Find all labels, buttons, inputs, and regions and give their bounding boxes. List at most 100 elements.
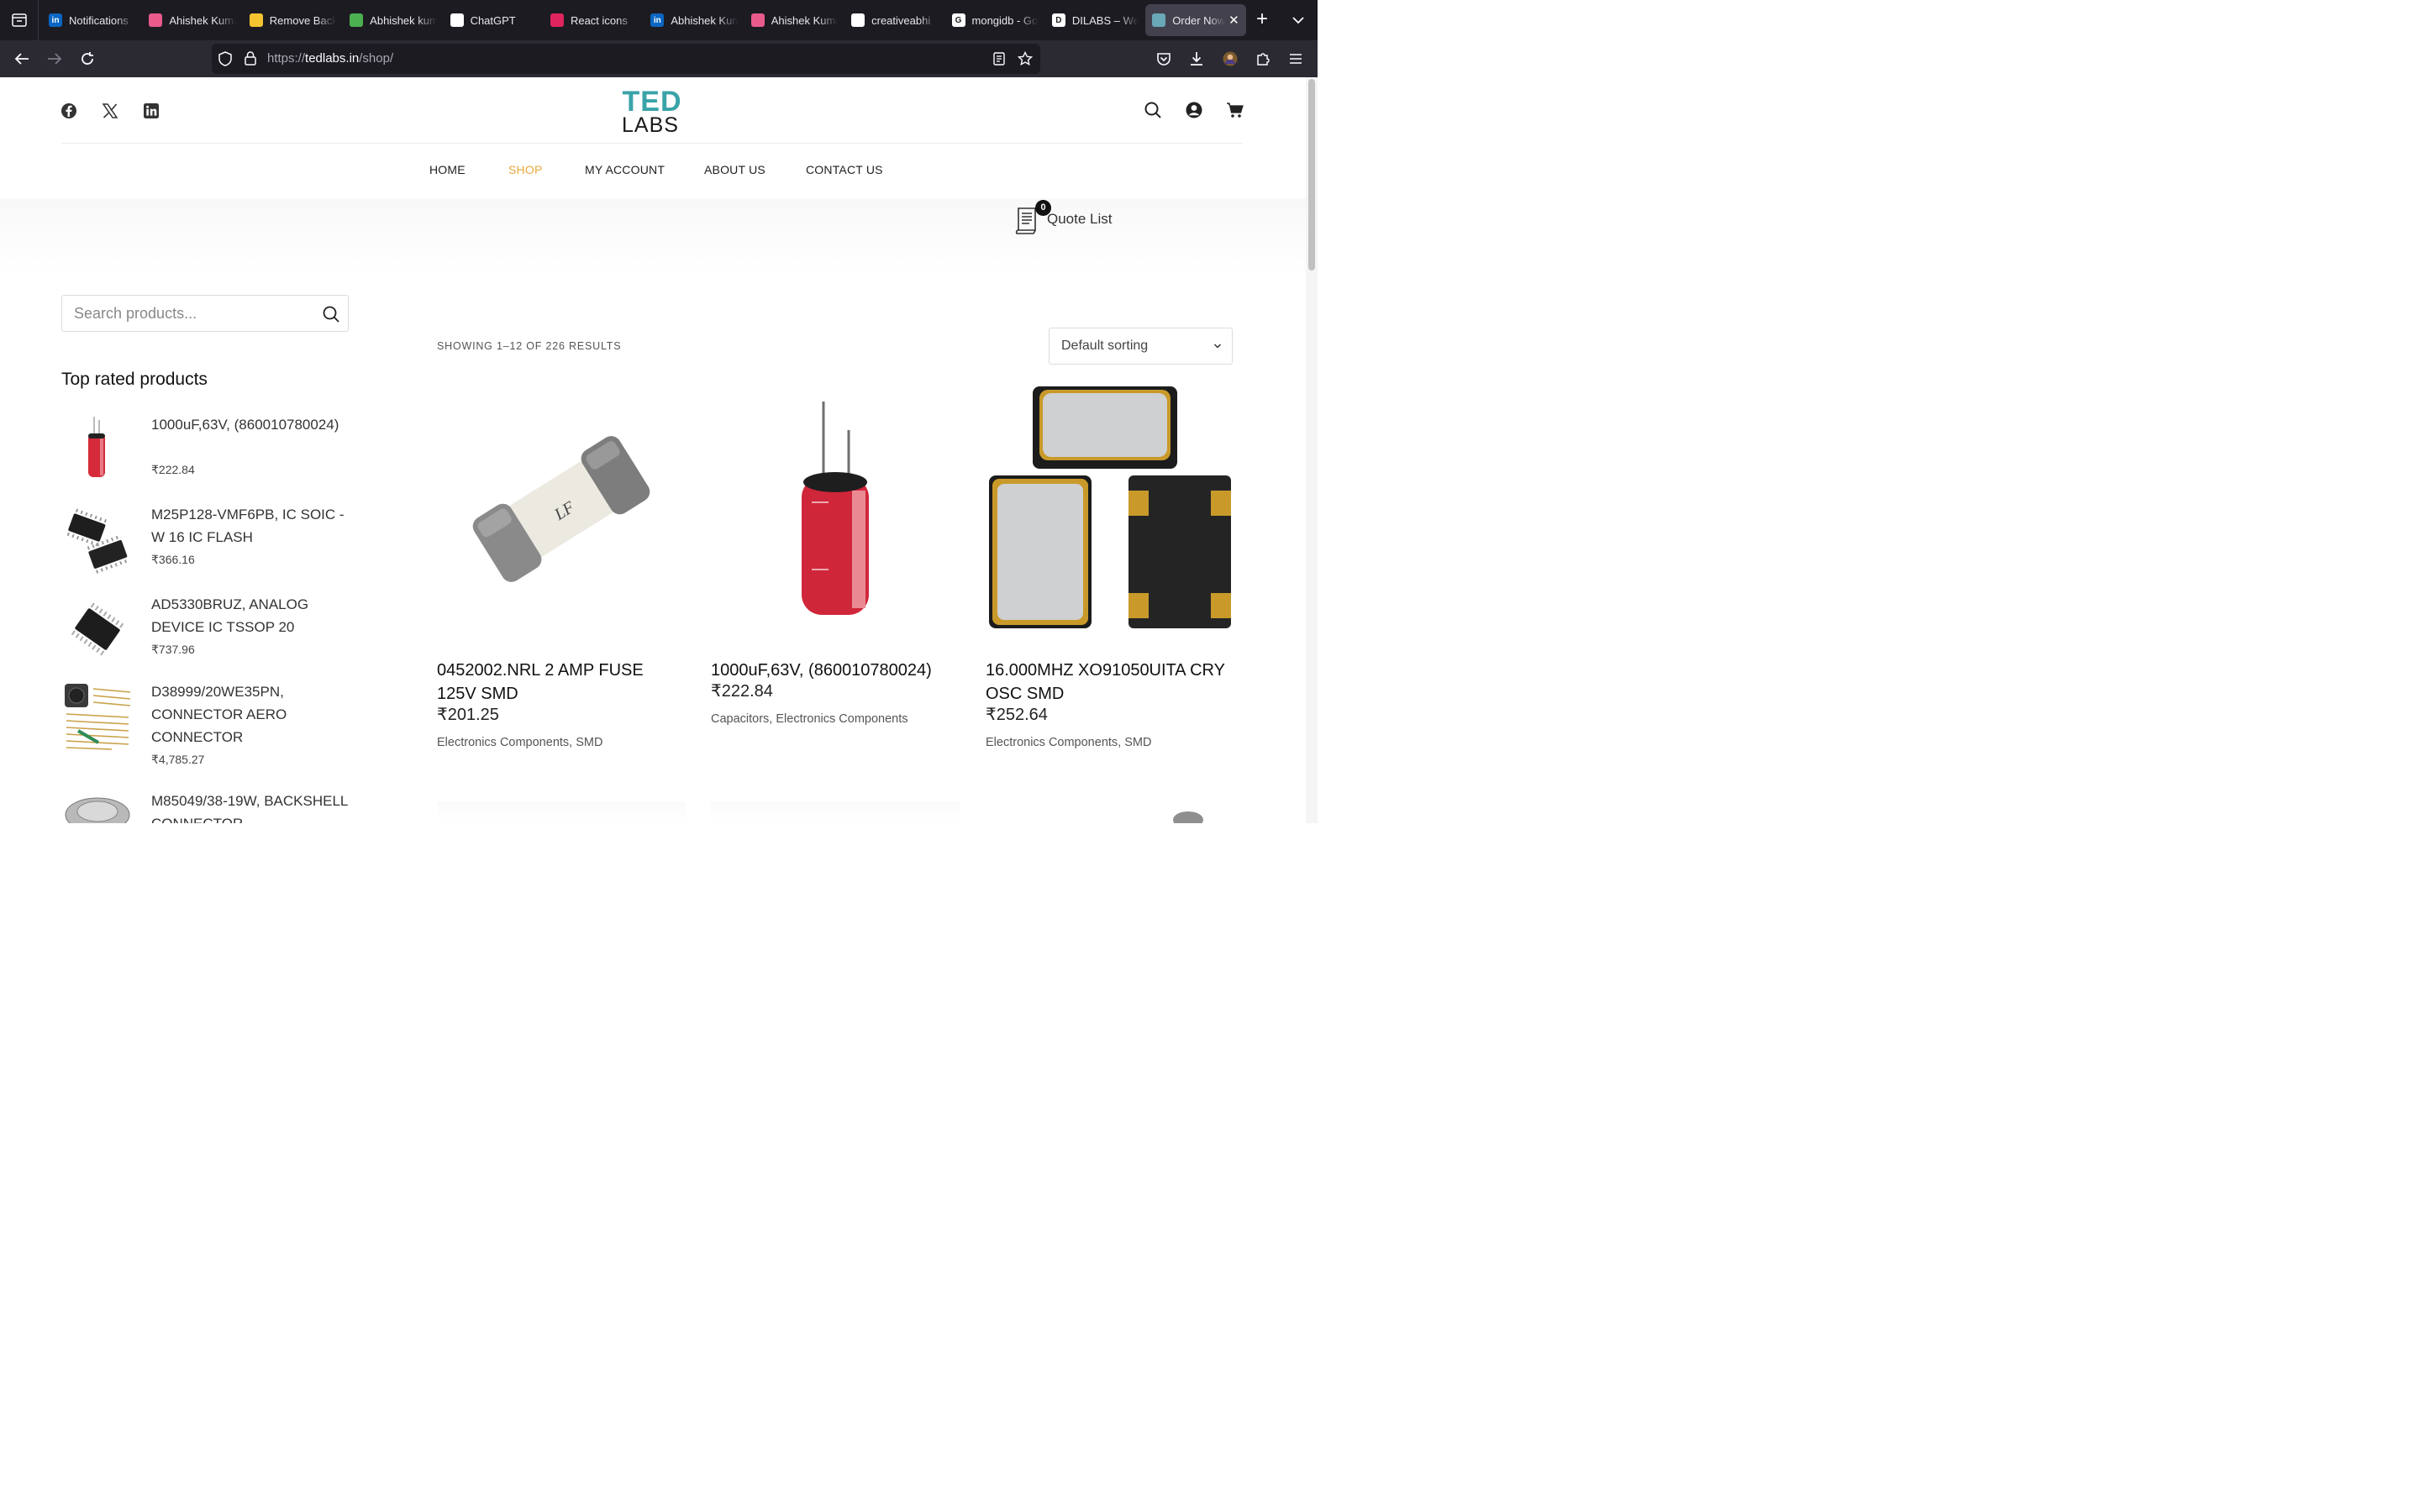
product-search-input[interactable]: [74, 304, 309, 323]
top-rated-name[interactable]: M25P128-VMF6PB, IC SOIC - W 16 IC FLASH: [151, 503, 349, 549]
top-rated-item[interactable]: D38999/20WE35PN, CONNECTOR AERO CONNECTO…: [61, 680, 349, 766]
browser-tab[interactable]: React icons: [544, 4, 644, 36]
tab-overview-button[interactable]: [0, 0, 39, 40]
product-search-form: [61, 295, 349, 332]
top-rated-item[interactable]: M85049/38-19W, BACKSHELL CONNECTOR: [61, 790, 349, 823]
tab-favicon-icon: [149, 13, 163, 27]
top-rated-name[interactable]: M85049/38-19W, BACKSHELL CONNECTOR: [151, 790, 349, 823]
svg-text:LABS: LABS: [622, 113, 679, 133]
browser-tab[interactable]: Remove Background: [243, 4, 343, 36]
top-rated-name[interactable]: AD5330BRUZ, ANALOG DEVICE IC TSSOP 20: [151, 593, 349, 638]
tab-favicon-icon: [350, 13, 364, 27]
tab-favicon-icon: [550, 13, 564, 27]
product-card[interactable]: 1000uF,63V, (860010780024) ₹222.84 Capac…: [711, 385, 960, 746]
connector-thumbnail[interactable]: [61, 680, 134, 753]
search-submit-icon[interactable]: [321, 304, 341, 324]
product-title[interactable]: 0452002.NRL 2 AMP FUSE 125V SMD: [437, 659, 686, 706]
browser-tab-bar: in Notifications Ahishek Kumar Remove Backg…: [0, 0, 1318, 40]
product-categories[interactable]: Electronics Components, SMD: [437, 736, 602, 749]
quote-list-link[interactable]: Quote List: [1047, 211, 1113, 228]
top-rated-item[interactable]: M25P128-VMF6PB, IC SOIC - W 16 IC FLASH …: [61, 503, 349, 579]
browser-tab[interactable]: in Notifications: [42, 4, 142, 36]
list-all-tabs-button[interactable]: [1287, 10, 1309, 30]
browser-tab[interactable]: ChatGPT: [444, 4, 544, 36]
product-card-row2-3-image[interactable]: [1168, 801, 1205, 823]
x-twitter-icon[interactable]: [102, 102, 118, 119]
nav-about-us[interactable]: ABOUT US: [704, 163, 765, 176]
browser-tab[interactable]: Abhishek kumar: [343, 4, 443, 36]
reader-view-icon[interactable]: [993, 52, 1005, 66]
close-tab-icon[interactable]: ✕: [1228, 13, 1239, 28]
tab-favicon-icon: [750, 13, 765, 27]
product-price: ₹222.84: [711, 682, 773, 701]
nav-my-account[interactable]: MY ACCOUNT: [585, 163, 665, 176]
app-menu-button[interactable]: [1284, 47, 1307, 71]
tab-title: DILABS – Web: [1071, 13, 1139, 27]
top-rated-item[interactable]: 1000uF,63V, (860010780024) ₹222.84: [61, 413, 349, 489]
product-card[interactable]: LF 0452002.NRL 2 AMP FUSE 125V SMD ₹201.…: [437, 385, 686, 771]
oscillator-product-image[interactable]: [986, 385, 1234, 633]
ic-soic-thumbnail[interactable]: [61, 503, 134, 575]
reload-button[interactable]: [76, 47, 99, 71]
capacitor-product-image[interactable]: [711, 385, 960, 633]
product-price: ₹252.64: [986, 706, 1048, 724]
url-text[interactable]: https://tedlabs.in/shop/: [267, 51, 393, 66]
reload-icon: [82, 52, 93, 65]
extensions-button[interactable]: [1251, 47, 1275, 71]
product-card-row2-2[interactable]: [711, 801, 960, 823]
browser-tab[interactable]: creativeabhi: [844, 4, 944, 36]
pocket-icon: [1157, 52, 1171, 66]
pocket-button[interactable]: [1152, 47, 1176, 71]
linkedin-icon[interactable]: [143, 102, 160, 119]
downloads-button[interactable]: [1185, 47, 1208, 71]
product-card-row2-1[interactable]: [437, 801, 686, 823]
product-card[interactable]: 16.000MHZ XO91050UITA CRY OSC SMD ₹252.6…: [986, 385, 1234, 771]
top-rated-name[interactable]: 1000uF,63V, (860010780024): [151, 413, 349, 436]
tab-title: Ahishek Kumar: [169, 13, 236, 27]
nav-home[interactable]: HOME: [429, 163, 466, 176]
browser-tab[interactable]: Order Now ✕: [1145, 4, 1246, 36]
tab-favicon-icon: G: [951, 13, 965, 27]
backshell-thumbnail[interactable]: [61, 790, 134, 823]
capacitor-thumbnail[interactable]: [61, 413, 134, 486]
tab-favicon-icon: D: [1051, 13, 1065, 27]
browser-tab[interactable]: D DILABS – Web: [1045, 4, 1145, 36]
forward-button[interactable]: [43, 47, 66, 71]
sort-select[interactable]: Default sorting: [1049, 328, 1233, 365]
profile-button[interactable]: [1218, 47, 1242, 71]
fuse-product-image[interactable]: LF: [437, 385, 686, 633]
scrollbar-thumb[interactable]: [1308, 79, 1315, 270]
nav-contact-us[interactable]: CONTACT US: [806, 163, 883, 176]
page-scrollbar[interactable]: [1306, 77, 1318, 823]
product-categories[interactable]: Capacitors, Electronics Components: [711, 712, 908, 726]
product-title[interactable]: 16.000MHZ XO91050UITA CRY OSC SMD: [986, 659, 1234, 706]
new-tab-button[interactable]: +: [1250, 8, 1274, 32]
browser-tab[interactable]: in Abhishek Kumar: [644, 4, 744, 36]
product-title[interactable]: 1000uF,63V, (860010780024): [711, 659, 960, 682]
back-button[interactable]: [10, 47, 34, 71]
arrow-right-icon: [48, 53, 62, 65]
ic-tssop-thumbnail[interactable]: [61, 593, 134, 665]
tab-title: ChatGPT: [470, 13, 516, 27]
browser-tab[interactable]: Ahishek Kumar: [744, 4, 844, 36]
facebook-icon[interactable]: [60, 102, 77, 119]
site-logo[interactable]: TED LABS: [608, 86, 696, 137]
header-divider: [61, 143, 1243, 144]
arrow-left-icon: [14, 53, 29, 65]
cart-icon[interactable]: [1226, 101, 1244, 119]
result-count: SHOWING 1–12 OF 226 RESULTS: [437, 340, 622, 352]
nav-shop[interactable]: SHOP: [508, 163, 542, 176]
lock-icon[interactable]: [245, 51, 256, 66]
top-rated-name[interactable]: D38999/20WE35PN, CONNECTOR AERO CONNECTO…: [151, 680, 349, 748]
bookmark-star-icon[interactable]: [1018, 51, 1033, 66]
product-categories[interactable]: Electronics Components, SMD: [986, 736, 1151, 749]
hamburger-menu-icon: [1290, 54, 1302, 64]
tab-title: Abhishek kumar: [370, 13, 437, 27]
shield-icon[interactable]: [218, 51, 232, 66]
search-icon[interactable]: [1144, 101, 1162, 119]
account-icon[interactable]: [1185, 101, 1203, 119]
browser-tab[interactable]: Gmongidb - Google: [945, 4, 1045, 36]
browser-tab[interactable]: Ahishek Kumar: [142, 4, 242, 36]
top-rated-item[interactable]: AD5330BRUZ, ANALOG DEVICE IC TSSOP 20 ₹7…: [61, 593, 349, 669]
address-bar[interactable]: https://tedlabs.in/shop/: [212, 44, 1040, 74]
